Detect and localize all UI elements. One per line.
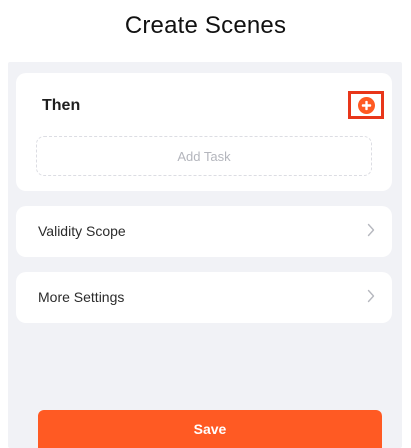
plus-circle-icon [357, 96, 375, 114]
save-button[interactable]: Save [38, 410, 382, 448]
more-settings-label: More Settings [38, 289, 125, 305]
validity-scope-label: Validity Scope [38, 223, 126, 239]
chevron-right-icon [367, 223, 375, 237]
then-section-title: Then [42, 97, 81, 114]
chevron-right-icon [367, 289, 375, 303]
more-settings-row[interactable]: More Settings [16, 272, 392, 323]
validity-scope-row[interactable]: Validity Scope [16, 206, 392, 257]
add-task-placeholder: Add Task [177, 148, 231, 164]
page-title: Create Scenes [124, 12, 287, 39]
add-task-button[interactable] [348, 91, 384, 119]
add-task-field[interactable]: Add Task [36, 136, 372, 176]
then-card: Then Add Task [16, 73, 392, 191]
